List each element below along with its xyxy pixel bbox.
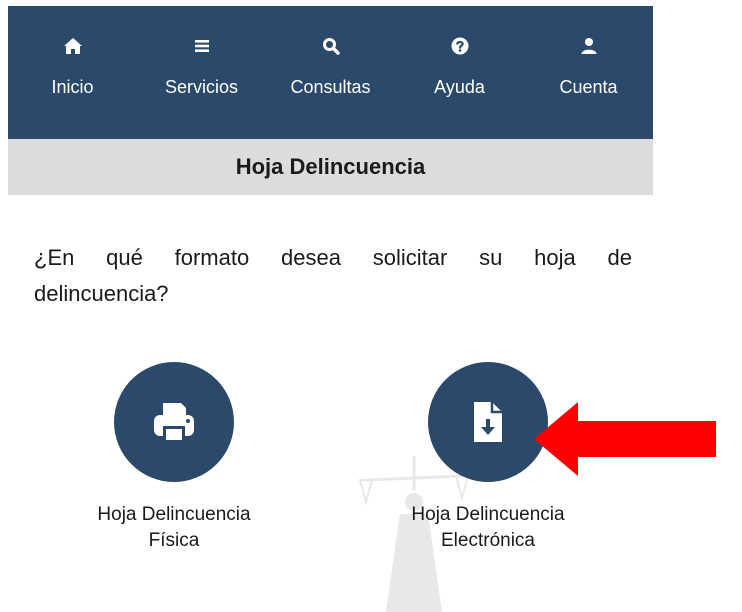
- nav-label-servicios: Servicios: [164, 77, 239, 97]
- nav-label-cuenta: Cuenta: [559, 77, 618, 97]
- home-icon: [63, 38, 82, 54]
- search-icon: [322, 38, 340, 55]
- electronic-option-label-line1: Hoja Delincuencia: [411, 504, 565, 525]
- page-header-bar: Hoja Delincuencia: [8, 139, 653, 195]
- nav-item-ayuda[interactable]: Ayuda: [395, 6, 524, 139]
- nav-label-consultas: Consultas: [290, 77, 371, 97]
- app-screen: Inicio Servicios Consultas Ayuda Cuenta …: [0, 0, 742, 612]
- user-icon: [581, 38, 596, 54]
- physical-option-label-line2: Física: [148, 530, 200, 551]
- nav-label-ayuda: Ayuda: [434, 77, 485, 97]
- electronic-option-button[interactable]: [428, 362, 548, 482]
- format-question: ¿En qué formato desea solicitar su hoja …: [34, 245, 632, 306]
- physical-option-button[interactable]: [114, 362, 234, 482]
- printer-icon: [154, 403, 194, 442]
- electronic-option-label: Hoja Delincuencia Electrónica: [368, 502, 608, 554]
- option-physical[interactable]: Hoja Delincuencia Física: [54, 362, 294, 554]
- red-arrow-annotation-icon: [534, 402, 716, 476]
- electronic-option-label-line2: Electrónica: [441, 530, 535, 551]
- file-download-icon: [474, 402, 502, 442]
- help-icon: [451, 37, 468, 55]
- physical-option-label: Hoja Delincuencia Física: [54, 502, 294, 554]
- page-title: Hoja Delincuencia: [235, 154, 426, 179]
- nav-item-cuenta[interactable]: Cuenta: [524, 6, 653, 139]
- nav-label-inicio: Inicio: [51, 77, 94, 97]
- menu-bars-icon: [194, 40, 209, 52]
- top-navbar: Inicio Servicios Consultas Ayuda Cuenta: [8, 6, 653, 139]
- nav-item-inicio[interactable]: Inicio: [8, 6, 137, 139]
- nav-item-servicios[interactable]: Servicios: [137, 6, 266, 139]
- physical-option-label-line1: Hoja Delincuencia: [97, 504, 251, 525]
- nav-item-consultas[interactable]: Consultas: [266, 6, 395, 139]
